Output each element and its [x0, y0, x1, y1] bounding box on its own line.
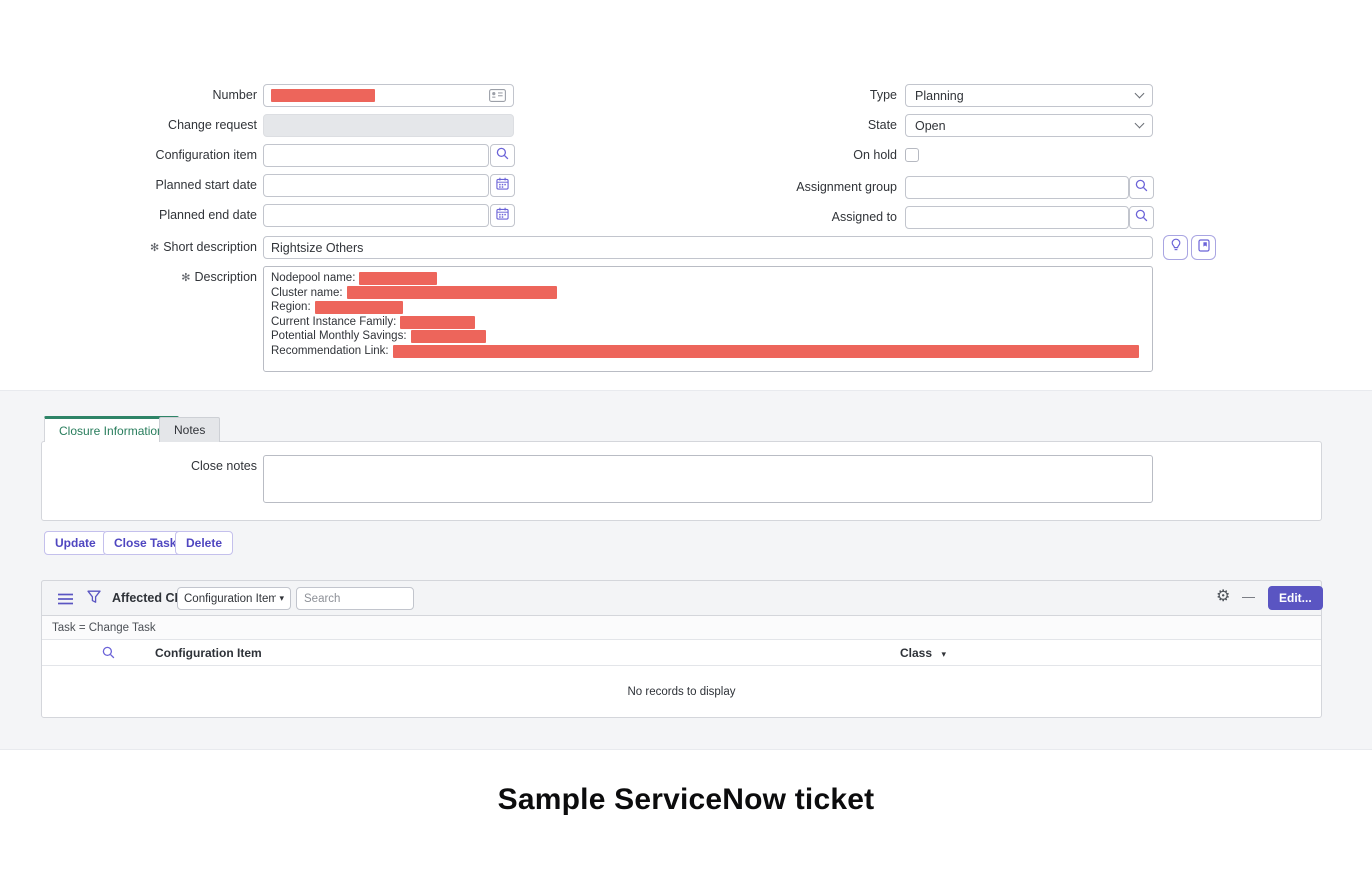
- description-line-label: Current Instance Family:: [271, 315, 396, 330]
- required-marker: ✻: [181, 272, 190, 284]
- chevron-down-icon: [1135, 119, 1145, 129]
- tab-notes[interactable]: Notes: [159, 417, 220, 442]
- redacted-text: [347, 286, 557, 299]
- redacted-text: [359, 272, 437, 285]
- list-field-selector-value: Configuration Item (: [184, 593, 276, 605]
- redacted-text: [315, 301, 403, 314]
- knowledge-button[interactable]: [1191, 235, 1216, 260]
- list-empty-row: No records to display: [42, 666, 1321, 717]
- list-breadcrumb-row: Task = Change Task: [42, 616, 1321, 640]
- type-select-value: Planning: [915, 89, 964, 103]
- list-field-selector[interactable]: Configuration Item ( ▾: [177, 587, 291, 610]
- column-header-class[interactable]: Class ▾: [900, 640, 946, 667]
- assignment-group-label: Assignment group: [0, 176, 897, 199]
- caret-down-icon: ▾: [279, 593, 284, 604]
- description-line: Current Instance Family:: [271, 315, 1145, 330]
- state-label: State: [0, 114, 897, 137]
- caption: Sample ServiceNow ticket: [0, 783, 1372, 817]
- search-icon: [1135, 209, 1148, 227]
- close-notes-label: Close notes: [0, 455, 257, 478]
- breadcrumb[interactable]: Task = Change Task: [52, 616, 156, 640]
- on-hold-checkbox[interactable]: [905, 148, 919, 162]
- gear-icon[interactable]: ⚙: [1216, 589, 1230, 605]
- on-hold-label: On hold: [0, 144, 897, 167]
- description-line: Potential Monthly Savings:: [271, 329, 1145, 344]
- lightbulb-icon: [1170, 238, 1182, 257]
- list-column-header-row: Configuration Item Class ▾: [42, 640, 1321, 666]
- assignment-group-input[interactable]: [905, 176, 1129, 199]
- assigned-to-lookup-button[interactable]: [1129, 206, 1154, 229]
- tab-label: Closure Information: [59, 424, 164, 438]
- description-line: Cluster name:: [271, 286, 1145, 301]
- description-line-label: Region:: [271, 300, 311, 315]
- description-line-label: Potential Monthly Savings:: [271, 329, 407, 344]
- close-notes-textarea[interactable]: [263, 455, 1153, 503]
- tab-label: Notes: [174, 423, 205, 437]
- list-menu-button[interactable]: [58, 592, 73, 610]
- update-button[interactable]: Update: [44, 531, 107, 555]
- state-select[interactable]: Open: [905, 114, 1153, 137]
- search-icon: [102, 646, 115, 663]
- list-filter-button[interactable]: [87, 590, 101, 609]
- chevron-down-icon: [1135, 89, 1145, 99]
- funnel-icon: [87, 591, 101, 608]
- description-line: Recommendation Link:: [271, 344, 1145, 359]
- empty-message: No records to display: [627, 686, 735, 698]
- suggestion-button[interactable]: [1163, 235, 1188, 260]
- description-label: ✻Description: [0, 266, 257, 290]
- short-description-label: ✻Short description: [0, 236, 257, 260]
- redacted-text: [400, 316, 475, 329]
- assignment-group-lookup-button[interactable]: [1129, 176, 1154, 199]
- description-content: Nodepool name:Cluster name:Region:Curren…: [271, 271, 1145, 359]
- required-marker: ✻: [150, 242, 159, 254]
- type-label: Type: [0, 84, 897, 107]
- book-icon: [1198, 239, 1210, 257]
- minimize-list-button[interactable]: —: [1242, 589, 1255, 604]
- type-select[interactable]: Planning: [905, 84, 1153, 107]
- column-header-configuration-item[interactable]: Configuration Item: [155, 640, 262, 666]
- hamburger-icon: [58, 592, 73, 609]
- delete-button[interactable]: Delete: [175, 531, 233, 555]
- search-icon: [1135, 179, 1148, 197]
- redacted-text: [393, 345, 1139, 358]
- description-line: Nodepool name:: [271, 271, 1145, 286]
- assigned-to-input[interactable]: [905, 206, 1129, 229]
- description-line: Region:: [271, 300, 1145, 315]
- edit-button[interactable]: Edit...: [1268, 586, 1323, 610]
- description-line-label: Cluster name:: [271, 286, 343, 301]
- state-select-value: Open: [915, 119, 946, 133]
- redacted-text: [411, 330, 486, 343]
- description-field[interactable]: Nodepool name:Cluster name:Region:Curren…: [263, 266, 1153, 372]
- related-list-title: Affected CIs: [112, 580, 185, 616]
- sort-caret-icon: ▾: [941, 649, 946, 659]
- assigned-to-label: Assigned to: [0, 206, 897, 229]
- short-description-input[interactable]: [263, 236, 1153, 259]
- description-line-label: Nodepool name:: [271, 271, 355, 286]
- list-search-input[interactable]: [296, 587, 414, 610]
- servicenow-ticket-page: Number Change request Configuration item…: [0, 0, 1372, 890]
- description-line-label: Recommendation Link:: [271, 344, 389, 359]
- column-search-button[interactable]: [102, 646, 115, 664]
